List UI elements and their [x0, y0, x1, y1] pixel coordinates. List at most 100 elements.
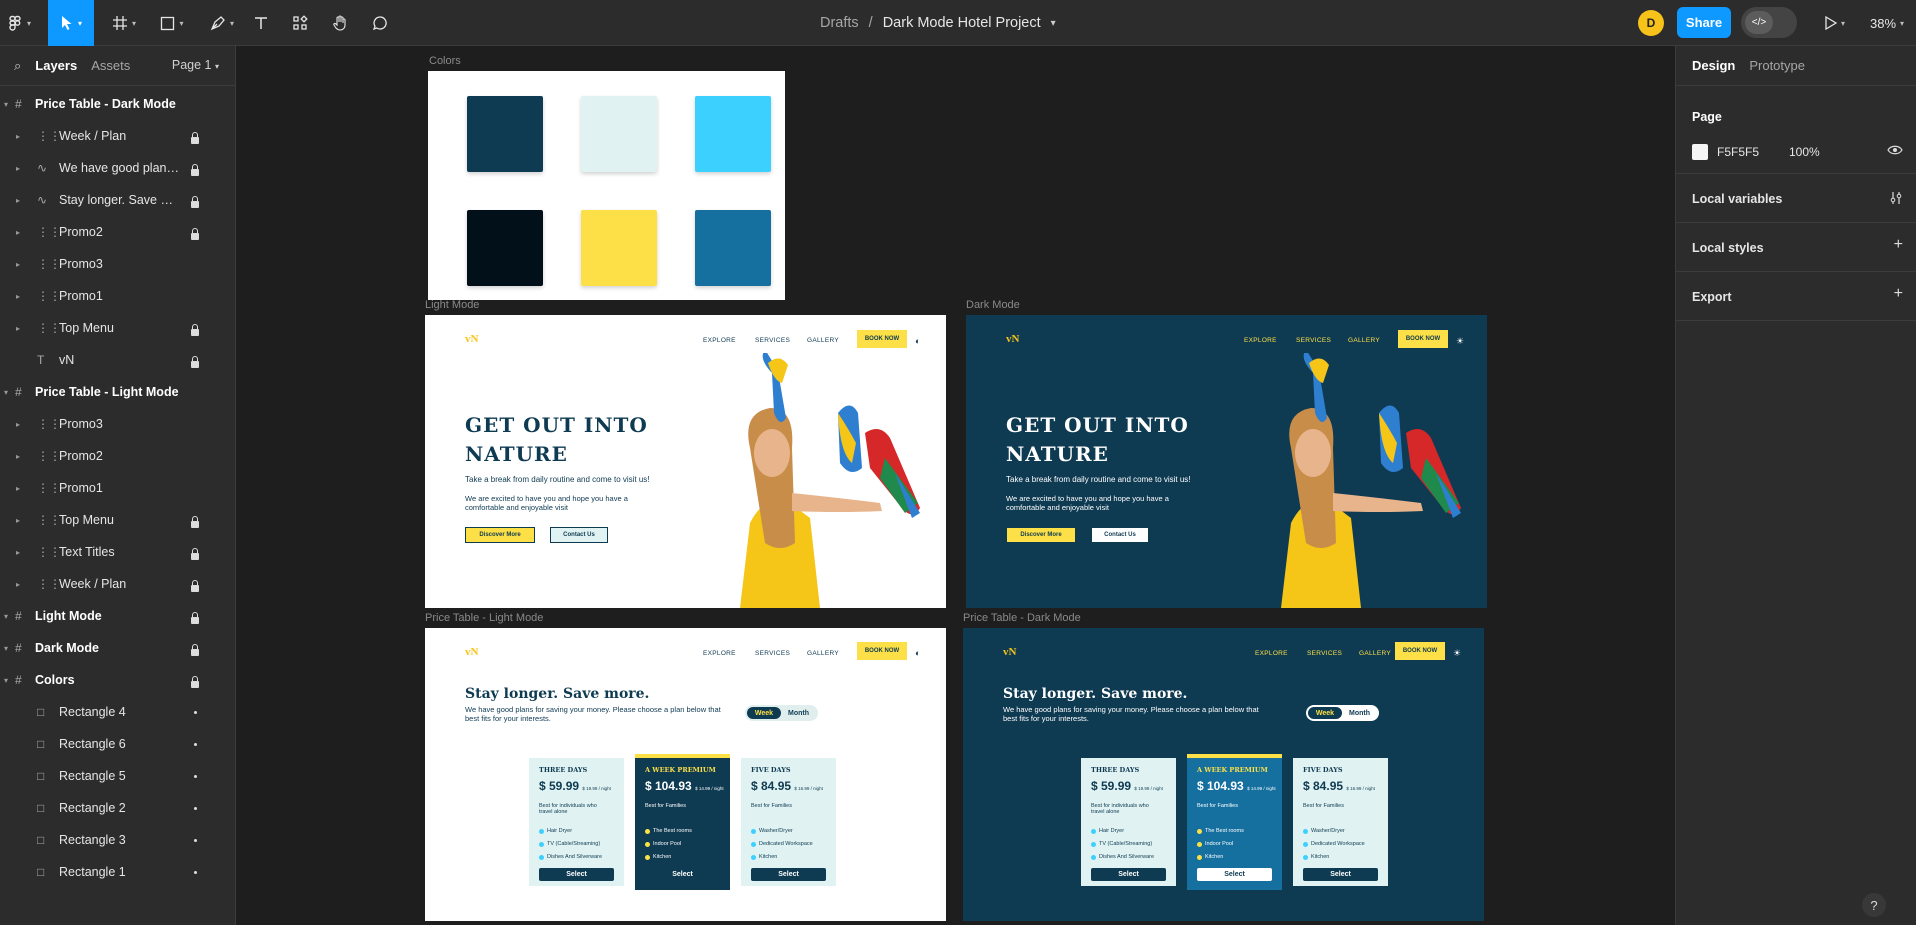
- chevron-right-icon[interactable]: ▸: [16, 420, 20, 429]
- page-opacity-value[interactable]: 100%: [1789, 145, 1820, 159]
- layer-row[interactable]: ▸ ⋮⋮ Promo2: [0, 216, 236, 248]
- chevron-right-icon[interactable]: ▸: [16, 484, 20, 493]
- tab-assets[interactable]: Assets: [91, 58, 130, 73]
- chevron-right-icon[interactable]: ▸: [16, 452, 20, 461]
- layer-row[interactable]: ▾ # Colors: [0, 664, 236, 696]
- layer-row[interactable]: ▸ ⋮⋮ Promo3: [0, 248, 236, 280]
- lock-icon[interactable]: [191, 164, 199, 176]
- help-button[interactable]: ?: [1862, 893, 1886, 917]
- chevron-down-icon[interactable]: ▾: [4, 100, 8, 109]
- layer-row[interactable]: ▸ ⋮⋮ Promo1: [0, 472, 236, 504]
- light-mode-frame[interactable]: vN EXPLORE SERVICES GALLERY BOOK NOW ◐ G…: [425, 315, 946, 608]
- chevron-right-icon[interactable]: ▸: [16, 228, 20, 237]
- price-table-light-frame[interactable]: vN EXPLORE SERVICES GALLERY BOOK NOW ◐ S…: [425, 628, 946, 921]
- search-icon[interactable]: ⌕: [14, 58, 21, 74]
- zoom-menu[interactable]: 38% ▾: [1870, 0, 1904, 46]
- frame-label-price-dark[interactable]: Price Table - Dark Mode: [963, 612, 1081, 624]
- figma-menu-icon[interactable]: ▾: [6, 0, 32, 46]
- local-styles-section[interactable]: Local styles +: [1676, 223, 1916, 272]
- layer-row[interactable]: ▸ ⋮⋮ Week / Plan: [0, 568, 236, 600]
- color-swatch[interactable]: [467, 96, 543, 172]
- add-export-icon[interactable]: +: [1894, 285, 1903, 303]
- tab-prototype[interactable]: Prototype: [1749, 58, 1805, 73]
- lock-icon[interactable]: [191, 228, 199, 240]
- layer-row[interactable]: □ Rectangle 4: [0, 696, 236, 728]
- chevron-down-icon[interactable]: ▾: [1051, 18, 1056, 29]
- frame-label-price-light[interactable]: Price Table - Light Mode: [425, 612, 543, 624]
- add-style-icon[interactable]: +: [1894, 236, 1903, 254]
- chevron-right-icon[interactable]: ▸: [16, 132, 20, 141]
- layer-row[interactable]: ▾ # Dark Mode: [0, 632, 236, 664]
- pen-tool-icon[interactable]: ▾: [204, 0, 240, 46]
- page-selector[interactable]: Page 1 ▾: [172, 58, 219, 72]
- lock-icon[interactable]: [191, 516, 199, 528]
- chevron-down-icon[interactable]: ▾: [4, 612, 8, 621]
- breadcrumb-drafts[interactable]: Drafts: [820, 15, 859, 31]
- lock-icon[interactable]: [191, 676, 199, 688]
- frame-tool-icon[interactable]: ▾: [106, 0, 142, 46]
- layer-row[interactable]: ▸ ⋮⋮ Promo3: [0, 408, 236, 440]
- dark-mode-frame[interactable]: vN EXPLORE SERVICES GALLERY BOOK NOW ☀ G…: [966, 315, 1487, 608]
- layer-row[interactable]: ▾ # Light Mode: [0, 600, 236, 632]
- present-button[interactable]: ▾: [1818, 0, 1852, 46]
- layer-row[interactable]: ▸ ∿ We have good plans ...: [0, 152, 236, 184]
- chevron-right-icon[interactable]: ▸: [16, 548, 20, 557]
- sliders-icon[interactable]: [1889, 191, 1903, 208]
- layer-row[interactable]: ▸ ⋮⋮ Promo1: [0, 280, 236, 312]
- chevron-down-icon[interactable]: ▾: [4, 644, 8, 653]
- layer-row[interactable]: TvN: [0, 344, 236, 376]
- local-variables-section[interactable]: Local variables: [1676, 174, 1916, 223]
- lock-icon[interactable]: [191, 548, 199, 560]
- layer-row[interactable]: ▸ ⋮⋮ Week / Plan: [0, 120, 236, 152]
- color-swatch[interactable]: [581, 210, 657, 286]
- move-tool-icon[interactable]: ▾: [48, 0, 94, 46]
- color-swatch[interactable]: [581, 96, 657, 172]
- color-swatch[interactable]: [467, 210, 543, 286]
- layer-row[interactable]: ▸ ⋮⋮ Text Titles: [0, 536, 236, 568]
- layer-row[interactable]: □ Rectangle 2: [0, 792, 236, 824]
- chevron-right-icon[interactable]: ▸: [16, 260, 20, 269]
- page-color-value[interactable]: F5F5F5: [1717, 145, 1759, 159]
- lock-icon[interactable]: [191, 324, 199, 336]
- color-swatch[interactable]: [695, 210, 771, 286]
- shape-tool-icon[interactable]: ▾: [154, 0, 190, 46]
- chevron-right-icon[interactable]: ▸: [16, 324, 20, 333]
- tab-design[interactable]: Design: [1692, 58, 1735, 73]
- colors-frame[interactable]: [428, 71, 785, 300]
- resources-icon[interactable]: [287, 0, 313, 46]
- price-table-dark-frame[interactable]: vN EXPLORE SERVICES GALLERY BOOK NOW ☀ S…: [963, 628, 1484, 921]
- chevron-right-icon[interactable]: ▸: [16, 196, 20, 205]
- layer-row[interactable]: ▾ # Price Table - Dark Mode: [0, 88, 236, 120]
- page-color-swatch[interactable]: [1692, 144, 1708, 160]
- chevron-right-icon[interactable]: ▸: [16, 292, 20, 301]
- color-swatch[interactable]: [695, 96, 771, 172]
- comment-icon[interactable]: [367, 0, 393, 46]
- layer-row[interactable]: □ Rectangle 3: [0, 824, 236, 856]
- eye-icon[interactable]: [1887, 144, 1903, 159]
- frame-label-dark-mode[interactable]: Dark Mode: [966, 299, 1020, 311]
- export-section[interactable]: Export +: [1676, 272, 1916, 321]
- frame-label-colors[interactable]: Colors: [429, 55, 461, 67]
- dev-mode-toggle[interactable]: </>: [1741, 7, 1797, 38]
- tab-layers[interactable]: Layers: [35, 58, 77, 73]
- share-button[interactable]: Share: [1677, 7, 1731, 38]
- chevron-right-icon[interactable]: ▸: [16, 516, 20, 525]
- layer-row[interactable]: □ Rectangle 6: [0, 728, 236, 760]
- frame-label-light-mode[interactable]: Light Mode: [425, 299, 479, 311]
- lock-icon[interactable]: [191, 132, 199, 144]
- lock-icon[interactable]: [191, 356, 199, 368]
- avatar[interactable]: D: [1638, 10, 1664, 36]
- file-name[interactable]: Dark Mode Hotel Project: [883, 15, 1041, 31]
- layer-row[interactable]: ▸ ⋮⋮ Top Menu: [0, 312, 236, 344]
- hand-tool-icon[interactable]: [327, 0, 353, 46]
- chevron-right-icon[interactable]: ▸: [16, 164, 20, 173]
- lock-icon[interactable]: [191, 196, 199, 208]
- layer-row[interactable]: ▾ # Price Table - Light Mode: [0, 376, 236, 408]
- layer-row[interactable]: ▸ ⋮⋮ Top Menu: [0, 504, 236, 536]
- layer-row[interactable]: ▸ ⋮⋮ Promo2: [0, 440, 236, 472]
- layer-row[interactable]: ▸ ∿ Stay longer. Save mo...: [0, 184, 236, 216]
- chevron-right-icon[interactable]: ▸: [16, 580, 20, 589]
- canvas[interactable]: Colors Light Mode Dark Mode vN EXPLORE S…: [237, 46, 1675, 925]
- layer-row[interactable]: □ Rectangle 1: [0, 856, 236, 888]
- chevron-down-icon[interactable]: ▾: [4, 676, 8, 685]
